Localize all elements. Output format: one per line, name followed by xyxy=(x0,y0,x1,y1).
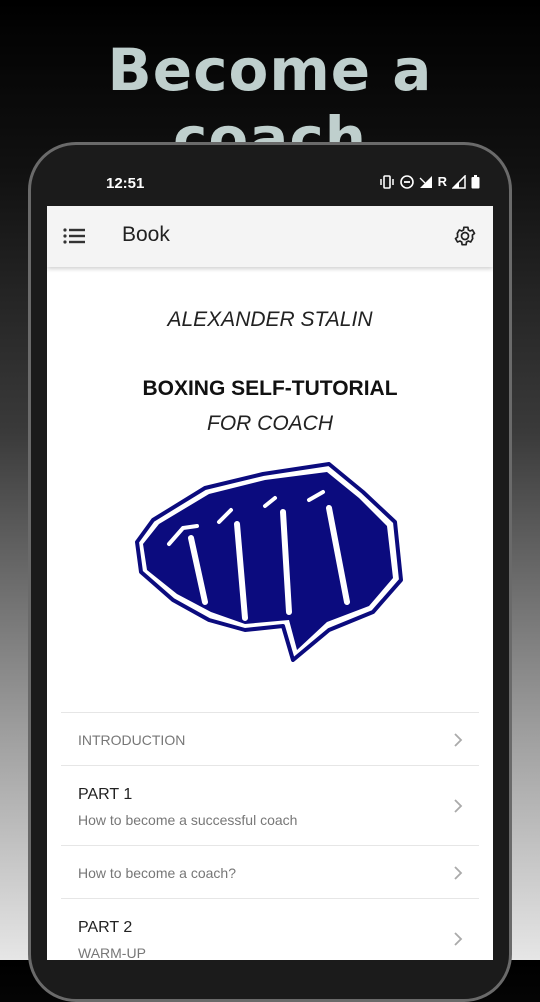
signal-icon xyxy=(419,175,432,188)
status-bar: 12:51 R xyxy=(46,166,494,204)
toc-item-title: PART 1 xyxy=(78,786,133,803)
fist-illustration xyxy=(135,462,403,662)
book-title: BOXING SELF-TUTORIAL xyxy=(142,377,398,400)
toc-item-label: How to become a coach? xyxy=(78,865,236,881)
toc-item-part-2[interactable]: PART 2 WARM-UP xyxy=(61,898,479,960)
chevron-right-icon xyxy=(454,866,463,880)
book-author: ALEXANDER STALIN xyxy=(167,308,373,331)
status-time: 12:51 xyxy=(106,175,145,192)
dnd-icon xyxy=(399,174,414,189)
toc-item-label: INTRODUCTION xyxy=(78,732,186,748)
app-title: Book xyxy=(122,223,170,246)
app-bar: Book xyxy=(47,206,493,267)
signal-icon xyxy=(452,174,466,189)
toc-item-subtitle: How to become a successful coach xyxy=(78,812,298,828)
status-icons: R xyxy=(379,174,480,189)
gear-icon[interactable] xyxy=(453,224,477,248)
toc-item-part-1[interactable]: PART 1 How to become a successful coach xyxy=(61,765,479,845)
roaming-indicator: R xyxy=(437,174,447,189)
toc-item-title: PART 2 xyxy=(78,919,133,936)
toc-item-subtitle: WARM-UP xyxy=(78,945,146,960)
book-subtitle: FOR COACH xyxy=(207,412,333,435)
chevron-right-icon xyxy=(454,733,463,747)
vibrate-icon xyxy=(379,174,394,189)
toc-item-introduction[interactable]: INTRODUCTION xyxy=(61,712,479,765)
battery-icon xyxy=(471,174,480,188)
chevron-right-icon xyxy=(454,799,463,813)
menu-icon[interactable] xyxy=(63,226,87,246)
toc-item-how-to-become[interactable]: How to become a coach? xyxy=(61,845,479,898)
app-screen: Book ALEXANDER STALIN BOXING SELF-TUTORI… xyxy=(47,206,493,960)
chevron-right-icon xyxy=(454,932,463,946)
table-of-contents: INTRODUCTION PART 1 How to become a succ… xyxy=(61,712,479,960)
